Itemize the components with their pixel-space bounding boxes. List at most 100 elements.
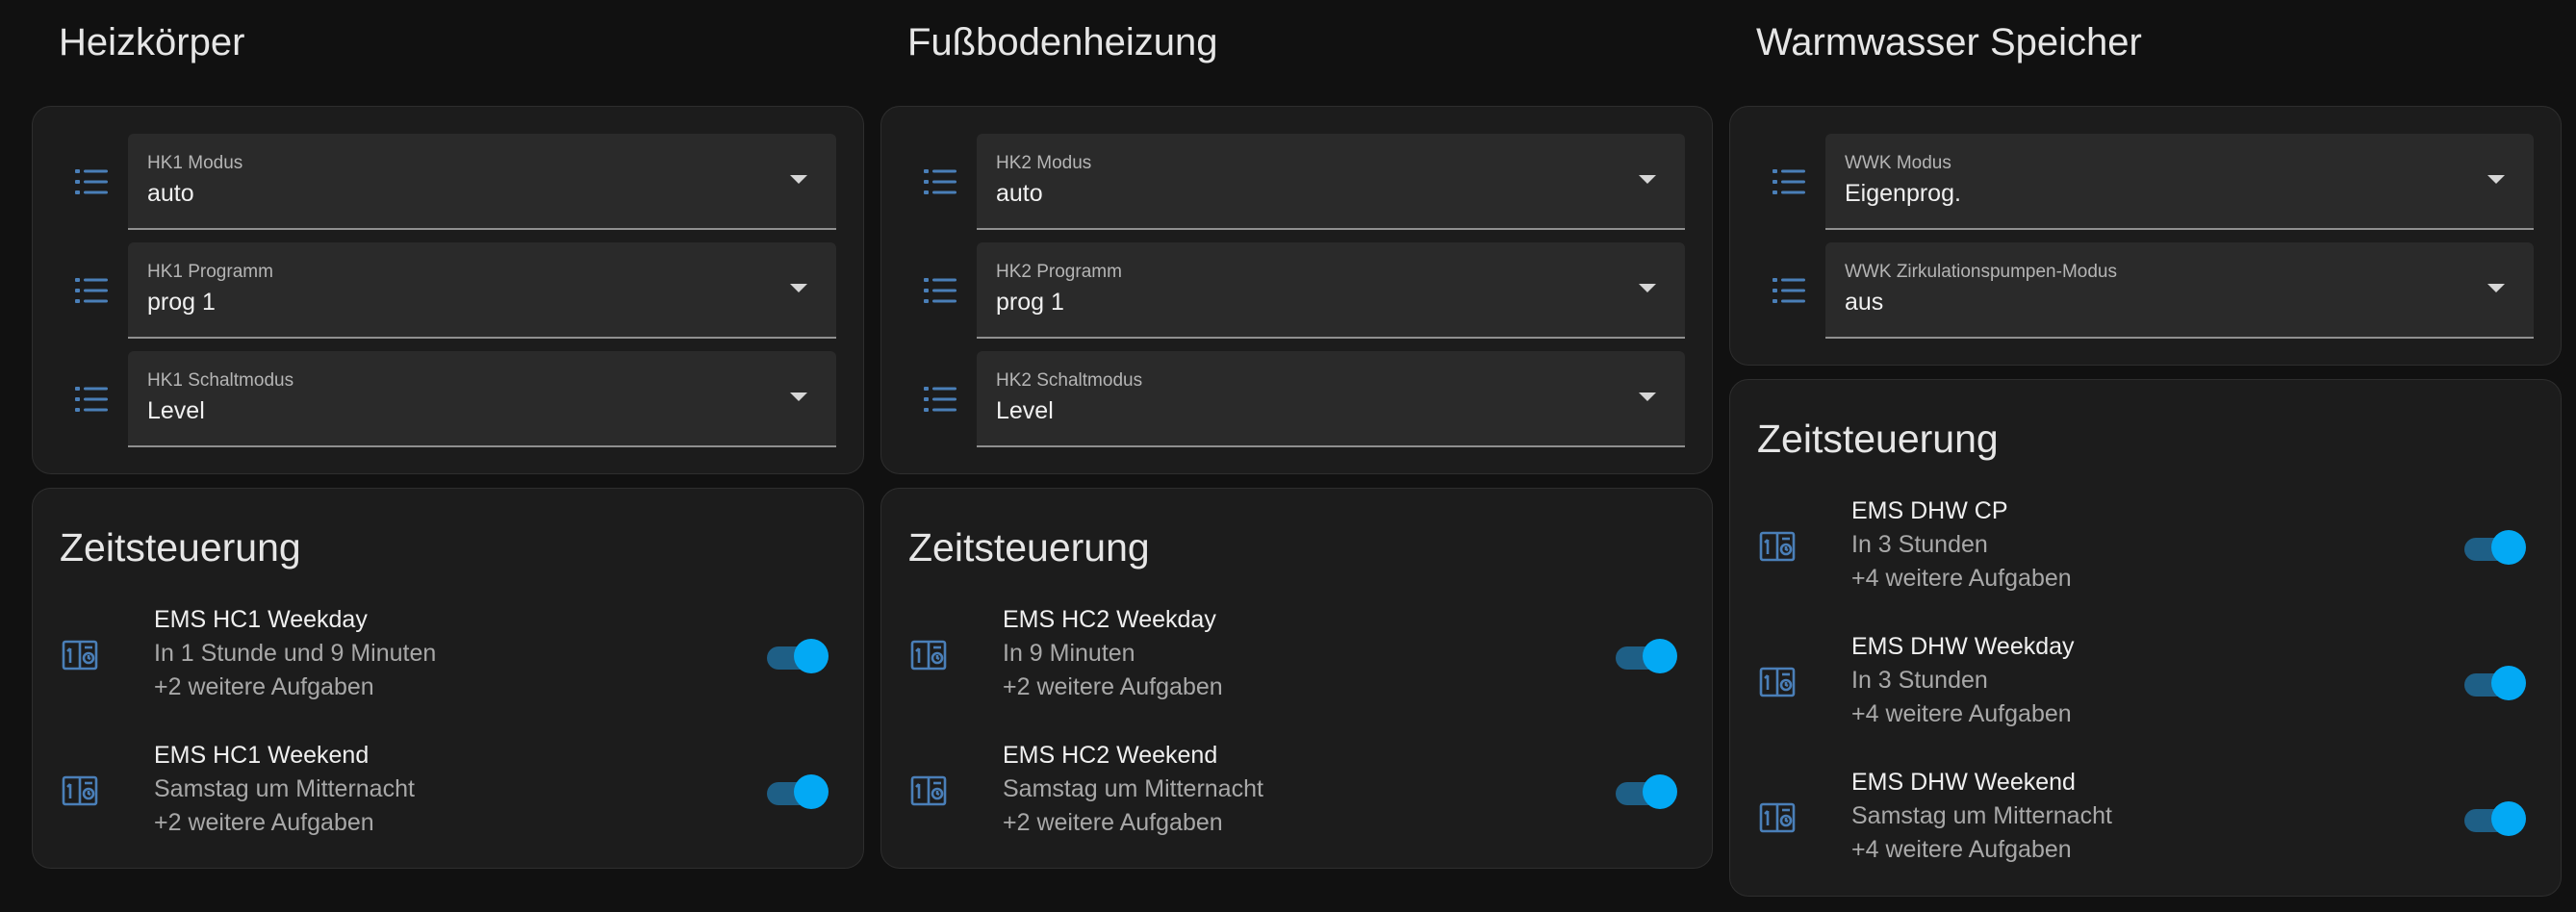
select-value: Eigenprog. bbox=[1845, 180, 1961, 207]
select-value: Level bbox=[147, 397, 205, 424]
select-row: HK2 Programm prog 1 bbox=[881, 242, 1712, 339]
select-label: HK2 Modus bbox=[996, 153, 1092, 173]
schedule-toggle[interactable] bbox=[2464, 801, 2526, 836]
schedule-card: Zeitsteuerung EMS HC1 Weekday In 1 Stund… bbox=[32, 488, 864, 869]
schedule-toggle[interactable] bbox=[767, 639, 829, 673]
chevron-down-icon bbox=[2487, 284, 2505, 292]
calendar-clock-icon bbox=[1759, 666, 1796, 698]
schedule-next-run: In 3 Stunden bbox=[1851, 531, 1988, 558]
select-field[interactable]: HK1 Modus auto bbox=[128, 134, 836, 230]
schedule-more-tasks: +2 weitere Aufgaben bbox=[154, 673, 374, 700]
schedule-more-tasks: +4 weitere Aufgaben bbox=[1851, 565, 2072, 592]
schedule-more-tasks: +2 weitere Aufgaben bbox=[1003, 673, 1223, 700]
select-field[interactable]: HK2 Modus auto bbox=[977, 134, 1685, 230]
select-row: WWK Modus Eigenprog. bbox=[1730, 134, 2561, 230]
schedule-more-tasks: +4 weitere Aufgaben bbox=[1851, 700, 2072, 727]
schedule-next-run: In 1 Stunde und 9 Minuten bbox=[154, 640, 437, 667]
chevron-down-icon bbox=[2487, 175, 2505, 184]
schedule-card-title: Zeitsteuerung bbox=[1757, 417, 1999, 461]
schedule-next-run: In 3 Stunden bbox=[1851, 667, 1988, 694]
format-list-bulleted-icon bbox=[1773, 166, 1805, 197]
schedule-toggle[interactable] bbox=[767, 774, 829, 809]
select-row: HK2 Modus auto bbox=[881, 134, 1712, 230]
schedule-card: Zeitsteuerung EMS HC2 Weekday In 9 Minut… bbox=[880, 488, 1713, 869]
schedule-next-run: In 9 Minuten bbox=[1003, 640, 1135, 667]
schedule-next-run: Samstag um Mitternacht bbox=[154, 775, 415, 802]
schedule-name: EMS HC2 Weekend bbox=[1003, 742, 1218, 769]
select-label: HK1 Modus bbox=[147, 153, 243, 173]
format-list-bulleted-icon bbox=[924, 384, 956, 415]
schedule-row[interactable]: EMS DHW Weekend Samstag um Mitternacht +… bbox=[1730, 769, 2561, 874]
schedule-more-tasks: +2 weitere Aufgaben bbox=[1003, 809, 1223, 836]
select-value: prog 1 bbox=[996, 289, 1064, 316]
schedule-row[interactable]: EMS HC2 Weekend Samstag um Mitternacht +… bbox=[881, 742, 1712, 848]
schedule-more-tasks: +2 weitere Aufgaben bbox=[154, 809, 374, 836]
select-field[interactable]: HK2 Schaltmodus Level bbox=[977, 351, 1685, 447]
select-field[interactable]: HK1 Programm prog 1 bbox=[128, 242, 836, 339]
calendar-clock-icon bbox=[62, 774, 98, 807]
schedule-row[interactable]: EMS DHW Weekday In 3 Stunden +4 weitere … bbox=[1730, 633, 2561, 739]
select-value: prog 1 bbox=[147, 289, 216, 316]
schedule-card-title: Zeitsteuerung bbox=[908, 525, 1150, 570]
calendar-clock-icon bbox=[910, 774, 947, 807]
chevron-down-icon bbox=[1639, 393, 1656, 401]
schedule-next-run: Samstag um Mitternacht bbox=[1003, 775, 1263, 802]
section-title: Warmwasser Speicher bbox=[1756, 21, 2142, 63]
schedule-name: EMS DHW Weekday bbox=[1851, 633, 2075, 660]
chevron-down-icon bbox=[1639, 284, 1656, 292]
select-field[interactable]: HK2 Programm prog 1 bbox=[977, 242, 1685, 339]
select-row: HK2 Schaltmodus Level bbox=[881, 351, 1712, 447]
select-value: auto bbox=[996, 180, 1043, 207]
chevron-down-icon bbox=[1639, 175, 1656, 184]
select-field[interactable]: HK1 Schaltmodus Level bbox=[128, 351, 836, 447]
select-row: HK1 Schaltmodus Level bbox=[33, 351, 863, 447]
schedule-card-title: Zeitsteuerung bbox=[60, 525, 301, 570]
select-label: WWK Modus bbox=[1845, 153, 1951, 173]
schedule-toggle[interactable] bbox=[2464, 666, 2526, 700]
chevron-down-icon bbox=[790, 284, 807, 292]
select-row: HK1 Programm prog 1 bbox=[33, 242, 863, 339]
schedule-row[interactable]: EMS HC2 Weekday In 9 Minuten +2 weitere … bbox=[881, 606, 1712, 712]
select-row: HK1 Modus auto bbox=[33, 134, 863, 230]
schedule-more-tasks: +4 weitere Aufgaben bbox=[1851, 836, 2072, 863]
select-value: auto bbox=[147, 180, 194, 207]
format-list-bulleted-icon bbox=[75, 384, 108, 415]
schedule-name: EMS HC1 Weekend bbox=[154, 742, 370, 769]
schedule-toggle[interactable] bbox=[2464, 530, 2526, 565]
select-label: HK1 Schaltmodus bbox=[147, 370, 294, 391]
schedule-card: Zeitsteuerung EMS DHW CP In 3 Stunden +4… bbox=[1729, 379, 2562, 897]
schedule-row[interactable]: EMS DHW CP In 3 Stunden +4 weitere Aufga… bbox=[1730, 497, 2561, 603]
select-value: Level bbox=[996, 397, 1054, 424]
select-field[interactable]: WWK Zirkulationspumpen-Modus aus bbox=[1825, 242, 2534, 339]
schedule-name: EMS HC1 Weekday bbox=[154, 606, 368, 633]
calendar-clock-icon bbox=[1759, 801, 1796, 834]
schedule-name: EMS HC2 Weekday bbox=[1003, 606, 1216, 633]
select-field[interactable]: WWK Modus Eigenprog. bbox=[1825, 134, 2534, 230]
calendar-clock-icon bbox=[62, 639, 98, 671]
section-title: Heizkörper bbox=[59, 21, 245, 63]
schedule-toggle[interactable] bbox=[1616, 639, 1677, 673]
select-card: WWK Modus Eigenprog. WWK Zirkulationspum… bbox=[1729, 106, 2562, 366]
select-label: HK1 Programm bbox=[147, 262, 273, 282]
chevron-down-icon bbox=[790, 393, 807, 401]
calendar-clock-icon bbox=[910, 639, 947, 671]
select-card: HK1 Modus auto HK1 Programm prog 1 HK1 S… bbox=[32, 106, 864, 474]
format-list-bulleted-icon bbox=[924, 275, 956, 306]
select-label: HK2 Programm bbox=[996, 262, 1122, 282]
format-list-bulleted-icon bbox=[924, 166, 956, 197]
select-row: WWK Zirkulationspumpen-Modus aus bbox=[1730, 242, 2561, 339]
select-card: HK2 Modus auto HK2 Programm prog 1 HK2 S… bbox=[880, 106, 1713, 474]
schedule-row[interactable]: EMS HC1 Weekend Samstag um Mitternacht +… bbox=[33, 742, 863, 848]
schedule-row[interactable]: EMS HC1 Weekday In 1 Stunde und 9 Minute… bbox=[33, 606, 863, 712]
format-list-bulleted-icon bbox=[75, 166, 108, 197]
select-value: aus bbox=[1845, 289, 1884, 316]
schedule-toggle[interactable] bbox=[1616, 774, 1677, 809]
schedule-name: EMS DHW Weekend bbox=[1851, 769, 2076, 796]
chevron-down-icon bbox=[790, 175, 807, 184]
section-title: Fußbodenheizung bbox=[907, 21, 1218, 63]
calendar-clock-icon bbox=[1759, 530, 1796, 563]
select-label: WWK Zirkulationspumpen-Modus bbox=[1845, 262, 2117, 282]
select-label: HK2 Schaltmodus bbox=[996, 370, 1143, 391]
schedule-next-run: Samstag um Mitternacht bbox=[1851, 802, 2112, 829]
format-list-bulleted-icon bbox=[75, 275, 108, 306]
